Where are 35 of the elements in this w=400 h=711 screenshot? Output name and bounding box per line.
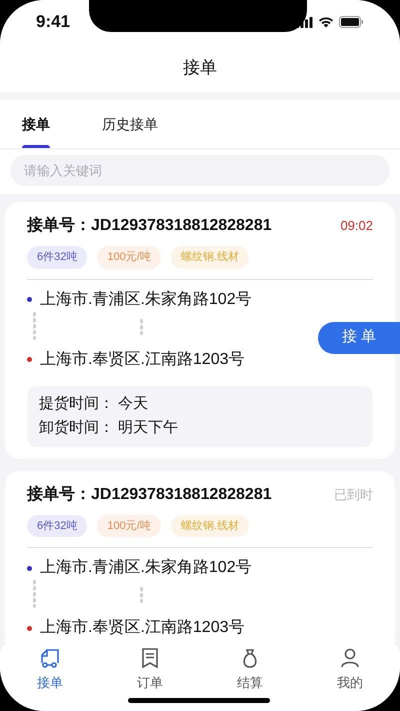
dotted-line [33, 580, 36, 608]
destination-address: 上海市.奉贤区.江南路1203号 [40, 618, 244, 638]
nav-tab[interactable]: 结算 [200, 647, 300, 711]
origin-address: 上海市.青浦区.朱家角路102号 [40, 290, 252, 310]
nav-tab[interactable]: 订单 [100, 647, 200, 711]
destination-address: 上海市.奉贤区.江南路1203号 [40, 350, 244, 370]
tab[interactable]: 历史接单 [102, 100, 158, 148]
nav-tab[interactable]: 接单 [0, 647, 100, 711]
truck-icon [39, 647, 61, 669]
accept-button[interactable]: 接 单 [318, 322, 400, 354]
cargo-tag: 100元/吨 [97, 514, 161, 537]
cargo-tag: 6件32吨 [27, 246, 88, 268]
cargo-tag: 螺纹钢.线材 [170, 246, 249, 268]
order-status: 已到时 [334, 486, 373, 504]
cargo-tag: 螺纹钢.线材 [170, 514, 249, 537]
battery-icon [339, 16, 364, 28]
order-number: 接单号：JD129378318812828281 [27, 484, 272, 504]
dotted-line [33, 312, 36, 340]
page-title: 接单 [183, 57, 217, 80]
time-text: 卸货时间： 明天下午 [39, 418, 180, 438]
origin-address: 上海市.青浦区.朱家角路102号 [40, 558, 252, 578]
cargo-tag: 6件32吨 [27, 514, 88, 537]
tab[interactable]: 接单 [22, 100, 50, 148]
time-text: 提货时间： 今天 [39, 394, 150, 414]
dotted-line [140, 587, 143, 603]
cargo-tag: 100元/吨 [97, 246, 161, 268]
dotted-line [140, 318, 143, 334]
order-number: 接单号：JD129378318812828281 [27, 215, 272, 236]
document-icon [139, 647, 161, 669]
nav-tab[interactable]: 我的 [300, 647, 400, 711]
person-icon [339, 647, 361, 669]
order-status: 09:02 [340, 217, 373, 236]
wifi-icon [318, 16, 334, 28]
status-time: 9:41 [36, 11, 70, 34]
search-field[interactable]: 请输入关键词 [10, 155, 390, 186]
